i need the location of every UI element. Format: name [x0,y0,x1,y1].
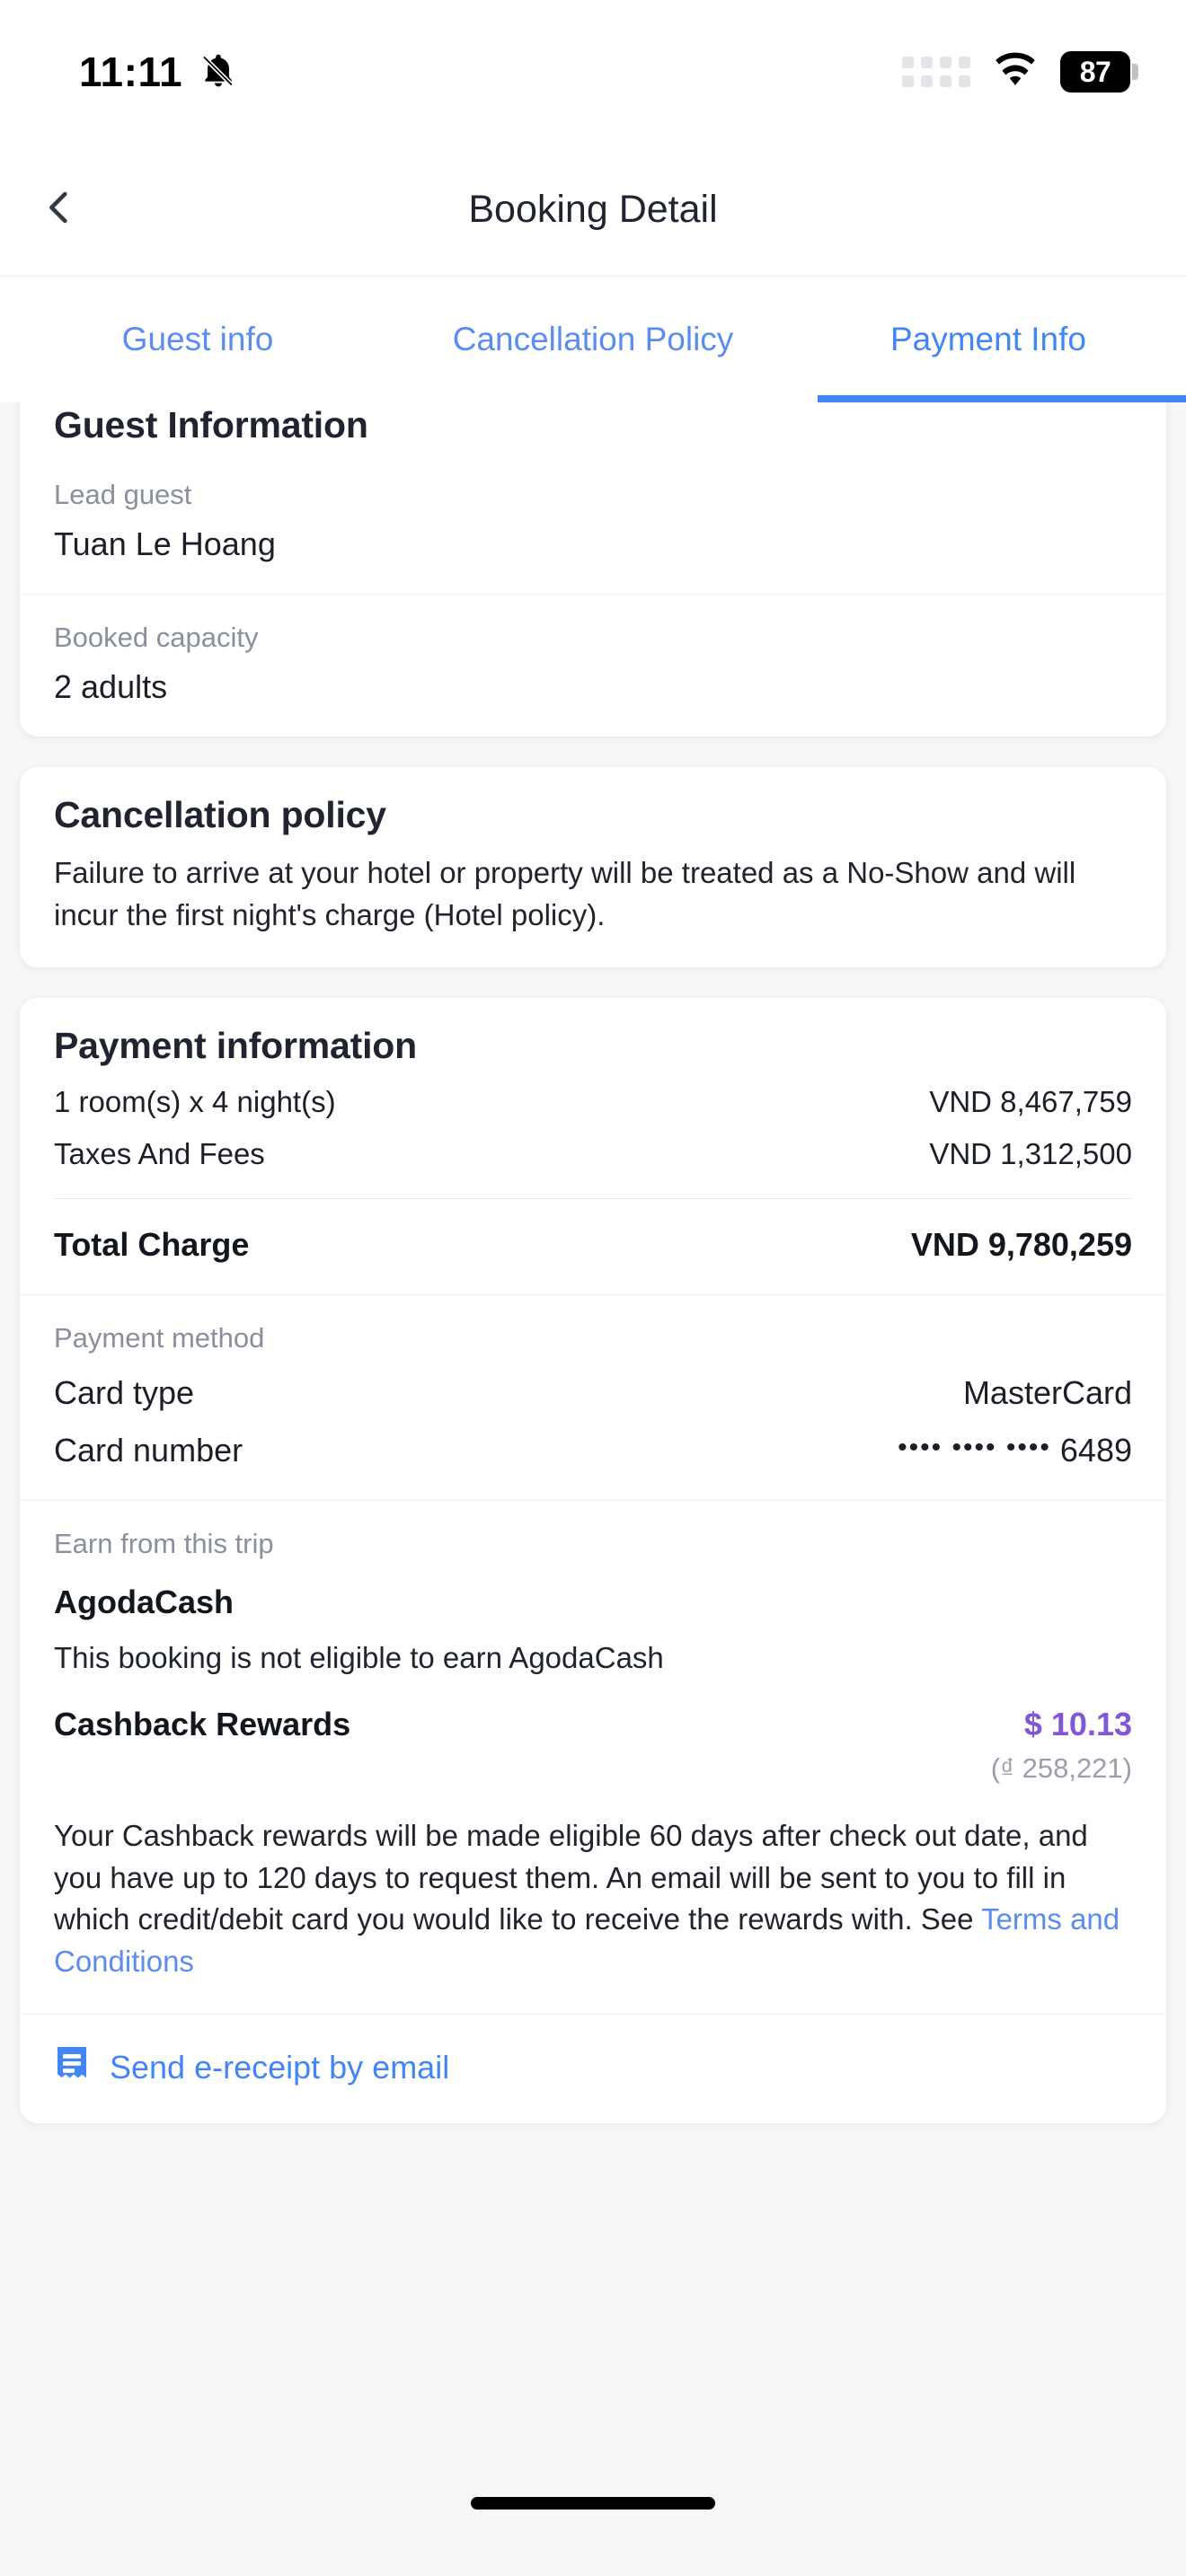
payment-line-item-amount: VND 8,467,759 [929,1084,1132,1118]
cancellation-section: Cancellation policy Failure to arrive at… [20,767,1166,967]
payment-card-title: Payment information [54,1024,417,1066]
card-type-value: MasterCard [962,1373,1132,1411]
scroll-content[interactable]: Guest Information Lead guest Tuan Le Hoa… [0,402,1186,2576]
page-title: Booking Detail [468,188,718,231]
guest-title-section: Guest Information Lead guest Tuan Le Hoa… [20,402,1166,594]
payment-line-item-label: Taxes And Fees [54,1136,265,1170]
payment-line-item-amount: VND 1,312,500 [929,1136,1132,1170]
total-charge-amount: VND 9,780,259 [910,1225,1132,1263]
tab-bar: Guest info Cancellation Policy Payment I… [0,277,1186,402]
home-indicator [471,2497,715,2510]
payment-line-item: Taxes And Fees VND 1,312,500 [54,1137,1132,1171]
cancellation-card-title: Cancellation policy [54,794,386,835]
tab-guest-info[interactable]: Guest info [0,277,395,402]
lead-guest-label: Lead guest [54,479,192,510]
navigation-bar: Booking Detail [0,144,1186,277]
guest-card-title: Guest Information [54,404,368,446]
booked-capacity-section: Booked capacity 2 adults [20,594,1166,737]
bell-muted-icon [199,50,238,94]
card-number-last4: 6489 [1059,1431,1132,1469]
agodacash-title: AgodaCash [54,1583,235,1620]
card-number-row: Card number •••• •••• •••• 6489 [54,1432,1132,1469]
back-button[interactable] [23,174,95,246]
agodacash-note: This booking is not eligible to earn Ago… [54,1640,664,1674]
cashback-rewards-row: Cashback Rewards $ 10.13 (₫ 258,221) [54,1706,1132,1785]
cancellation-body: Failure to arrive at your hotel or prope… [54,856,1076,931]
battery-level: 87 [1079,55,1111,88]
booking-detail-screen: 11:11 87 Booking Detail Guest info Cance… [0,0,1186,2576]
chevron-left-icon [39,187,80,233]
earn-from-trip-label: Earn from this trip [54,1527,274,1559]
status-time: 11:11 [79,49,183,95]
payment-summary-section: Payment information 1 room(s) x 4 night(… [20,998,1166,1294]
status-bar-left: 11:11 [79,50,238,94]
total-charge-label: Total Charge [54,1225,250,1263]
payment-method-label: Payment method [54,1321,265,1354]
lead-guest-value: Tuan Le Hoang [54,525,276,562]
payment-line-item: 1 room(s) x 4 night(s) VND 8,467,759 [54,1085,1132,1119]
card-number-label: Card number [54,1431,243,1469]
booked-capacity-value: 2 adults [54,668,168,705]
send-ereceipt-button[interactable]: Send e-receipt by email [20,2014,1166,2123]
card-number-value: •••• •••• •••• 6489 [898,1432,1132,1469]
cashback-terms-text: Your Cashback rewards will be made eligi… [54,1818,1088,1936]
total-divider [54,1197,1132,1199]
booked-capacity-label: Booked capacity [54,622,259,653]
cashback-vnd-amount: (₫ 258,221) [990,1751,1132,1784]
total-charge-row: Total Charge VND 9,780,259 [54,1226,1132,1264]
card-type-row: Card type MasterCard [54,1374,1132,1412]
cancellation-policy-card: Cancellation policy Failure to arrive at… [20,767,1166,967]
status-bar-right: 87 [902,51,1138,93]
cashback-terms-paragraph: Your Cashback rewards will be made eligi… [54,1815,1132,1983]
cashback-usd-amount: $ 10.13 [1023,1705,1132,1742]
receipt-icon [54,2045,90,2089]
cashback-amount: $ 10.13 (₫ 258,221) [991,1706,1132,1785]
send-ereceipt-label: Send e-receipt by email [110,2048,450,2086]
payment-line-item-label: 1 room(s) x 4 night(s) [54,1084,336,1118]
card-number-mask: •••• •••• •••• [898,1432,1051,1462]
tab-payment-info[interactable]: Payment Info [791,277,1186,402]
signal-dots-icon [902,57,970,87]
tab-cancellation-policy[interactable]: Cancellation Policy [395,277,791,402]
status-bar: 11:11 87 [0,0,1186,144]
battery-indicator: 87 [1060,51,1138,93]
payment-information-card: Payment information 1 room(s) x 4 night(… [20,997,1166,2124]
payment-method-section: Payment method Card type MasterCard Card… [20,1293,1166,1500]
active-tab-underline [818,395,1186,402]
rewards-section: Earn from this trip AgodaCash This booki… [20,1499,1166,2014]
cashback-rewards-label: Cashback Rewards [54,1705,351,1742]
wifi-icon [994,52,1037,93]
guest-information-card: Guest Information Lead guest Tuan Le Hoa… [20,402,1166,737]
card-type-label: Card type [54,1373,195,1411]
